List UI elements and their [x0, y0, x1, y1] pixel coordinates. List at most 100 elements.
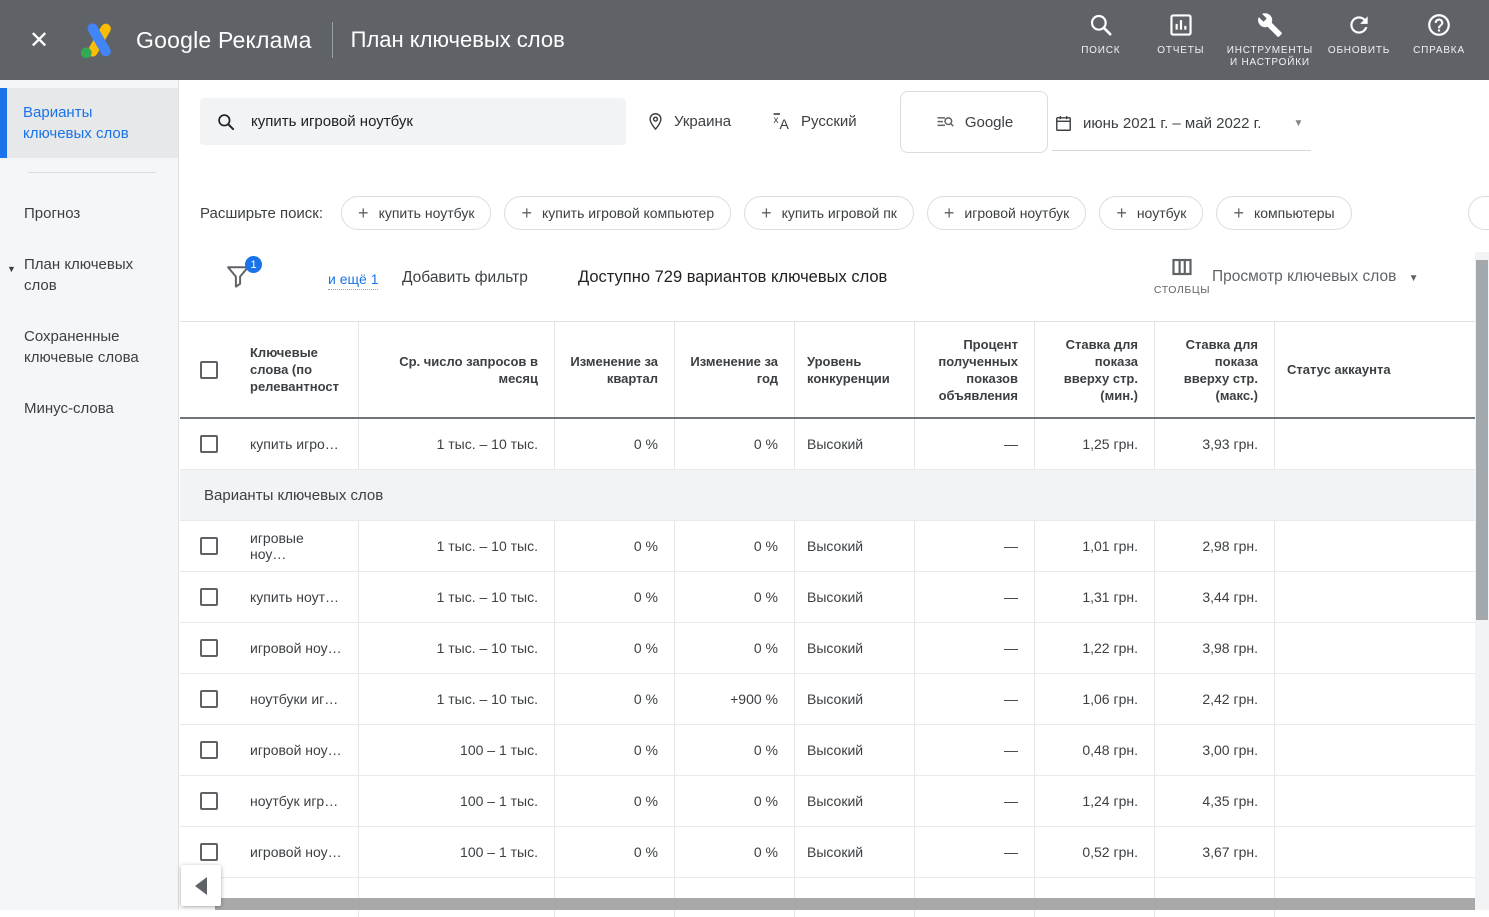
cell-quarterly-change: 0 %: [554, 674, 674, 724]
row-checkbox[interactable]: [200, 588, 218, 606]
cell-yoy-change: 0 %: [674, 419, 794, 469]
cell-yoy-change: 0 %: [674, 725, 794, 775]
scroll-left-button[interactable]: [181, 865, 221, 906]
row-checkbox[interactable]: [200, 792, 218, 810]
search-icon: [1088, 12, 1114, 38]
cell-impression-share: —: [914, 572, 1034, 622]
refine-chip-partial[interactable]: [1468, 196, 1489, 230]
col-header-account-status[interactable]: Статус аккаунта: [1274, 322, 1475, 417]
table-row[interactable]: ноутбуки иг… 1 тыс. – 10 тыс. 0 % +900 %…: [180, 674, 1475, 725]
cell-yoy-change: 0 %: [674, 521, 794, 571]
top-app-bar: ✕ Google Реклама План ключевых слов ПОИС…: [0, 0, 1489, 80]
help-button[interactable]: СПРАВКА: [1403, 8, 1475, 61]
more-filters-link[interactable]: и ещё 1: [328, 271, 378, 290]
cell-quarterly-change: 0 %: [554, 776, 674, 826]
tools-settings-button[interactable]: ИНСТРУМЕНТЫ И НАСТРОЙКИ: [1225, 8, 1315, 73]
table-row[interactable]: ноутбук игр… 100 – 1 тыс. 0 % 0 % Высоки…: [180, 776, 1475, 827]
refine-chip[interactable]: +купить игровой компьютер: [504, 196, 731, 230]
row-checkbox[interactable]: [200, 639, 218, 657]
cell-competition: Высокий: [794, 623, 914, 673]
table-header-row: Ключевые слова (по релевантност Ср. числ…: [180, 322, 1475, 419]
cell-keyword: купить ноут…: [238, 572, 358, 622]
cell-impression-share: —: [914, 725, 1034, 775]
cell-account-status: [1274, 674, 1475, 724]
brand-name: Google Реклама: [136, 27, 312, 54]
cell-top-bid-high: 4,35 грн.: [1154, 776, 1274, 826]
cell-impression-share: —: [914, 521, 1034, 571]
sidebar-item-saved-keywords[interactable]: Сохраненные ключевые слова: [0, 326, 178, 368]
horizontal-scrollbar[interactable]: [215, 898, 1489, 910]
cell-keyword: ноутбуки иг…: [238, 674, 358, 724]
date-range-selector[interactable]: июнь 2021 г. – май 2022 г. ▼: [1052, 96, 1311, 151]
cell-quarterly-change: 0 %: [554, 725, 674, 775]
refine-chip[interactable]: +купить игровой пк: [744, 196, 914, 230]
cell-top-bid-high: 3,93 грн.: [1154, 419, 1274, 469]
sidebar-item-negative-keywords[interactable]: Минус-слова: [0, 398, 178, 419]
plus-icon: +: [358, 203, 369, 224]
refresh-icon: [1346, 12, 1372, 38]
cell-top-bid-high: 2,98 грн.: [1154, 521, 1274, 571]
vertical-scrollbar-track[interactable]: [1475, 252, 1489, 910]
add-filter-button[interactable]: Добавить фильтр: [402, 269, 528, 287]
keyword-search-input[interactable]: купить игровой ноутбук: [200, 98, 626, 145]
cell-top-bid-high: 3,00 грн.: [1154, 725, 1274, 775]
table-row[interactable]: игровой ноу… 100 – 1 тыс. 0 % 0 % Высоки…: [180, 827, 1475, 878]
location-pin-icon: [646, 112, 665, 131]
table-row[interactable]: игровой ноу… 100 – 1 тыс. 0 % 0 % Высоки…: [180, 725, 1475, 776]
google-ads-logo-icon: [76, 17, 122, 63]
sidebar-item-keyword-ideas[interactable]: Варианты ключевых слов: [0, 88, 178, 158]
keyword-view-selector[interactable]: Просмотр ключевых слов ▼: [1212, 268, 1419, 286]
sidebar-item-keyword-plan[interactable]: ▼ План ключевых слов: [0, 254, 178, 296]
col-header-top-bid-low[interactable]: Ставка для показа вверху стр. (мин.): [1034, 322, 1154, 417]
table-row[interactable]: купить игро… 1 тыс. – 10 тыс. 0 % 0 % Вы…: [180, 419, 1475, 470]
cell-top-bid-low: 0,52 грн.: [1034, 827, 1154, 877]
refine-chip[interactable]: +ноутбук: [1099, 196, 1203, 230]
col-header-top-bid-high[interactable]: Ставка для показа вверху стр. (макс.): [1154, 322, 1274, 417]
network-selector[interactable]: Google: [900, 91, 1048, 153]
cell-yoy-change: 0 %: [674, 623, 794, 673]
row-checkbox[interactable]: [200, 435, 218, 453]
col-header-competition[interactable]: Уровень конкуренции: [794, 322, 914, 417]
col-header-yoy-change[interactable]: Изменение за год: [674, 322, 794, 417]
table-row[interactable]: игровые ноу… 1 тыс. – 10 тыс. 0 % 0 % Вы…: [180, 521, 1475, 572]
cell-quarterly-change: 0 %: [554, 827, 674, 877]
chevron-down-icon: ▼: [1293, 118, 1303, 129]
select-all-checkbox[interactable]: [200, 361, 218, 379]
close-icon[interactable]: ✕: [24, 25, 54, 55]
bar-chart-icon: [1168, 12, 1194, 38]
cell-keyword: игровые ноу…: [238, 521, 358, 571]
wrench-icon: [1257, 12, 1283, 38]
cell-account-status: [1274, 827, 1475, 877]
refine-chip[interactable]: +купить ноутбук: [341, 196, 491, 230]
col-header-quarterly-change[interactable]: Изменение за квартал: [554, 322, 674, 417]
divider: [28, 172, 156, 173]
cell-quarterly-change: 0 %: [554, 419, 674, 469]
table-row[interactable]: купить ноут… 1 тыс. – 10 тыс. 0 % 0 % Вы…: [180, 572, 1475, 623]
cell-account-status: [1274, 572, 1475, 622]
language-selector[interactable]: x A Русский: [772, 98, 857, 145]
refine-chip[interactable]: +игровой ноутбук: [927, 196, 1086, 230]
row-checkbox[interactable]: [200, 537, 218, 555]
table-row[interactable]: игровой ноу… 1 тыс. – 10 тыс. 0 % 0 % Вы…: [180, 623, 1475, 674]
row-checkbox[interactable]: [200, 741, 218, 759]
location-selector[interactable]: Украина: [646, 98, 731, 145]
cell-top-bid-low: 1,25 грн.: [1034, 419, 1154, 469]
cell-top-bid-high: 3,67 грн.: [1154, 827, 1274, 877]
cell-top-bid-low: 1,22 грн.: [1034, 623, 1154, 673]
col-header-avg-monthly-searches[interactable]: Ср. число запросов в месяц: [358, 322, 554, 417]
cell-avg-monthly-searches: 100 – 1 тыс.: [358, 827, 554, 877]
search-button[interactable]: ПОИСК: [1065, 8, 1137, 61]
vertical-scrollbar-thumb[interactable]: [1476, 260, 1488, 620]
cell-avg-monthly-searches: 100 – 1 тыс.: [358, 776, 554, 826]
col-header-impression-share[interactable]: Процент полученных показов объявления: [914, 322, 1034, 417]
row-checkbox[interactable]: [200, 843, 218, 861]
sidebar-item-forecast[interactable]: Прогноз: [0, 203, 178, 224]
row-checkbox[interactable]: [200, 690, 218, 708]
reports-button[interactable]: ОТЧЕТЫ: [1145, 8, 1217, 61]
cell-impression-share: —: [914, 776, 1034, 826]
filter-button[interactable]: 1: [224, 262, 254, 292]
col-header-keywords[interactable]: Ключевые слова (по релевантност: [238, 322, 358, 417]
main-content: купить игровой ноутбук Украина x A Русск…: [180, 80, 1489, 910]
refine-chip[interactable]: +компьютеры: [1216, 196, 1351, 230]
refresh-button[interactable]: ОБНОВИТЬ: [1323, 8, 1395, 61]
